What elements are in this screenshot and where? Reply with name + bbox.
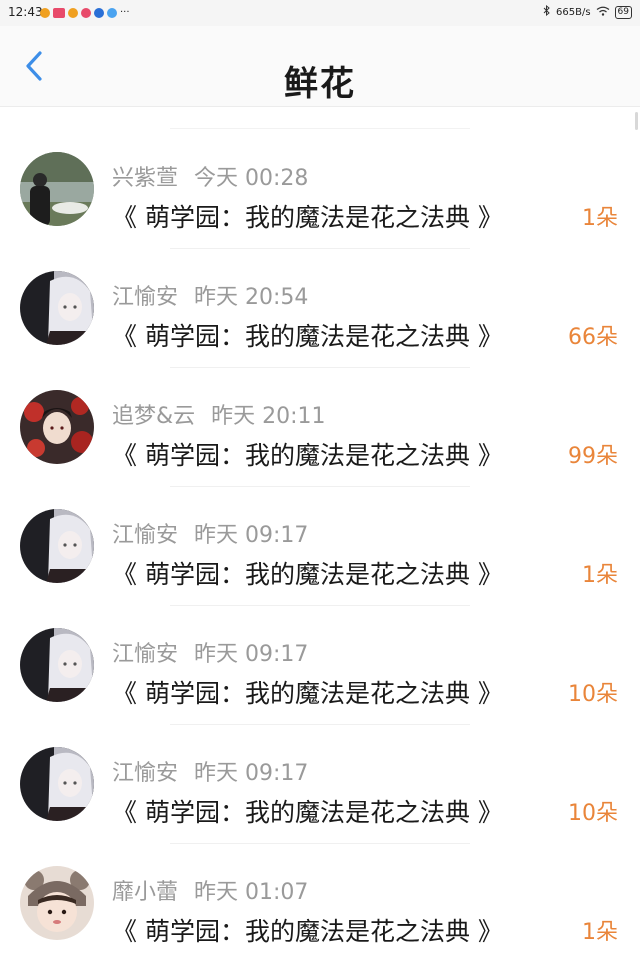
notification-icons: ··· bbox=[40, 7, 130, 18]
book-title[interactable]: 《 萌学园：我的魔法是花之法典 》 bbox=[112, 198, 503, 234]
avatar[interactable] bbox=[20, 628, 94, 702]
gift-time: 昨天 20:54 bbox=[194, 285, 309, 310]
avatar[interactable] bbox=[20, 271, 94, 345]
username: 江愉安 bbox=[112, 285, 179, 310]
red-anime-avatar bbox=[20, 390, 94, 464]
gift-meta: 江愉安 昨天 09:17 bbox=[112, 636, 308, 668]
more-notifications-icon: ··· bbox=[120, 7, 130, 18]
network-speed: 665B/s bbox=[556, 6, 591, 18]
status-right: 665B/s 69 bbox=[543, 4, 632, 19]
list-item[interactable]: 江愉安 昨天 20:54 《 萌学园：我的魔法是花之法典 》 66朵 bbox=[0, 249, 640, 368]
navigation-bar: 鲜花 bbox=[0, 26, 640, 107]
divider bbox=[170, 128, 470, 129]
flower-count: 1朵 bbox=[582, 206, 618, 231]
anime-girl-avatar bbox=[20, 271, 94, 345]
gift-time: 昨天 09:17 bbox=[194, 523, 309, 548]
avatar[interactable] bbox=[20, 390, 94, 464]
gift-time: 昨天 09:17 bbox=[194, 761, 309, 786]
gift-meta: 江愉安 昨天 09:17 bbox=[112, 517, 308, 549]
gift-meta: 江愉安 昨天 20:54 bbox=[112, 279, 308, 311]
gift-meta: 兴紫萱 今天 00:28 bbox=[112, 160, 308, 192]
username: 追梦&云 bbox=[112, 404, 196, 429]
app-icon bbox=[53, 7, 65, 18]
wifi-icon bbox=[596, 6, 610, 19]
gift-time: 今天 00:28 bbox=[194, 166, 309, 191]
flower-count: 10朵 bbox=[568, 801, 618, 826]
scrollbar[interactable] bbox=[635, 112, 638, 130]
list-item[interactable]: 靡小蕾 昨天 01:07 《 萌学园：我的魔法是花之法典 》 1朵 bbox=[0, 844, 640, 963]
list-item[interactable]: 兴紫萱 今天 00:28 《 萌学园：我的魔法是花之法典 》 1朵 bbox=[0, 130, 640, 249]
username: 江愉安 bbox=[112, 761, 179, 786]
gift-time: 昨天 01:07 bbox=[194, 880, 309, 905]
book-title[interactable]: 《 萌学园：我的魔法是花之法典 》 bbox=[112, 674, 503, 710]
weibo-icon bbox=[68, 7, 78, 18]
username: 江愉安 bbox=[112, 523, 179, 548]
bluetooth-icon bbox=[543, 4, 551, 19]
gift-time: 昨天 09:17 bbox=[194, 642, 309, 667]
page-title: 鲜花 bbox=[284, 64, 356, 104]
anime-girl-avatar bbox=[20, 509, 94, 583]
avatar[interactable] bbox=[20, 866, 94, 940]
avatar[interactable] bbox=[20, 152, 94, 226]
gift-meta: 追梦&云 昨天 20:11 bbox=[112, 398, 326, 430]
gift-meta: 江愉安 昨天 09:17 bbox=[112, 755, 308, 787]
flower-count: 66朵 bbox=[568, 325, 618, 350]
book-title[interactable]: 《 萌学园：我的魔法是花之法典 》 bbox=[112, 793, 503, 829]
username: 兴紫萱 bbox=[112, 166, 179, 191]
flower-count: 99朵 bbox=[568, 444, 618, 469]
anime-girl-avatar bbox=[20, 747, 94, 821]
child-photo-avatar bbox=[20, 866, 94, 940]
flower-count: 10朵 bbox=[568, 682, 618, 707]
gift-time: 昨天 20:11 bbox=[211, 404, 326, 429]
status-time: 12:43 bbox=[8, 5, 43, 19]
list-item[interactable]: 江愉安 昨天 09:17 《 萌学园：我的魔法是花之法典 》 10朵 bbox=[0, 725, 640, 844]
battery-indicator: 69 bbox=[614, 5, 632, 19]
photo-avatar-man-by-lake bbox=[20, 152, 94, 226]
book-title[interactable]: 《 萌学园：我的魔法是花之法典 》 bbox=[112, 912, 503, 948]
book-title[interactable]: 《 萌学园：我的魔法是花之法典 》 bbox=[112, 317, 503, 353]
avatar[interactable] bbox=[20, 509, 94, 583]
avatar[interactable] bbox=[20, 747, 94, 821]
app-icon bbox=[94, 7, 104, 18]
list-item[interactable]: 江愉安 昨天 09:17 《 萌学园：我的魔法是花之法典 》 1朵 bbox=[0, 487, 640, 606]
list-item[interactable]: 追梦&云 昨天 20:11 《 萌学园：我的魔法是花之法典 》 99朵 bbox=[0, 368, 640, 487]
weibo-icon bbox=[40, 7, 50, 18]
flower-count: 1朵 bbox=[582, 920, 618, 945]
gift-meta: 靡小蕾 昨天 01:07 bbox=[112, 874, 308, 906]
list-item[interactable]: 江愉安 昨天 09:17 《 萌学园：我的魔法是花之法典 》 10朵 bbox=[0, 606, 640, 725]
book-title[interactable]: 《 萌学园：我的魔法是花之法典 》 bbox=[112, 555, 503, 591]
username: 靡小蕾 bbox=[112, 880, 179, 905]
status-bar: 12:43 ··· 665B/s 69 bbox=[0, 0, 640, 26]
app-icon bbox=[81, 7, 91, 18]
flower-count: 1朵 bbox=[582, 563, 618, 588]
anime-girl-avatar bbox=[20, 628, 94, 702]
username: 江愉安 bbox=[112, 642, 179, 667]
book-title[interactable]: 《 萌学园：我的魔法是花之法典 》 bbox=[112, 436, 503, 472]
app-icon bbox=[107, 7, 117, 18]
